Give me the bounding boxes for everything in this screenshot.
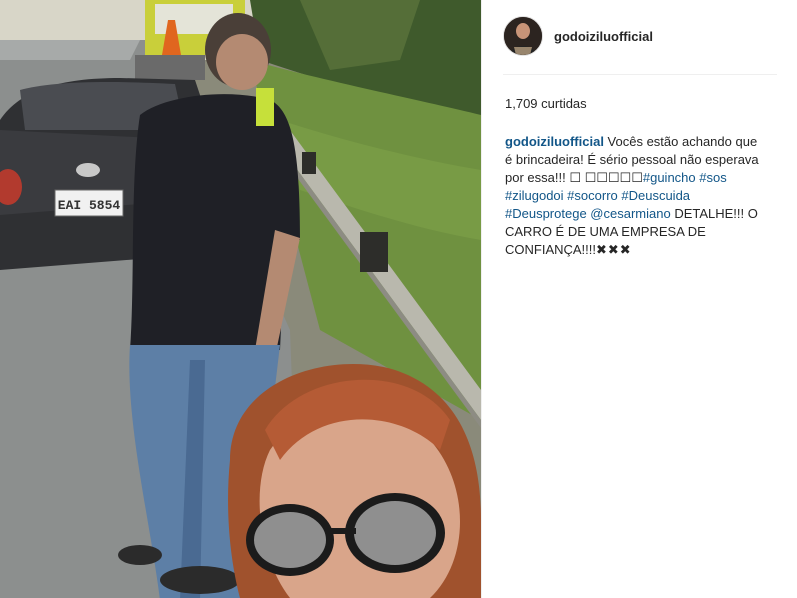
likes-count[interactable]: 1,709 curtidas (505, 96, 587, 111)
caption-username[interactable]: godoiziluofficial (505, 134, 604, 149)
post-photo[interactable]: EAI 5854 (0, 0, 481, 598)
photo-scene: EAI 5854 (0, 0, 481, 598)
username-link[interactable]: godoiziluofficial (554, 29, 653, 44)
caption-emoji: ☐ ☐☐☐☐☐ (569, 170, 643, 185)
hashtag-socorro[interactable]: #socorro (567, 188, 618, 203)
post-caption: godoiziluofficial Vocês estão achando qu… (505, 133, 765, 259)
license-plate: EAI 5854 (58, 198, 121, 213)
hashtag-deuscuida[interactable]: #Deuscuida (621, 188, 690, 203)
avatar[interactable] (503, 16, 543, 56)
post-sidebar: godoiziluofficial 1,709 curtidas godoizi… (481, 0, 797, 598)
hashtag-zilugodoi[interactable]: #zilugodoi (505, 188, 564, 203)
hashtag-sos[interactable]: #sos (699, 170, 726, 185)
header-divider (503, 74, 777, 75)
post-header: godoiziluofficial (503, 15, 653, 57)
avatar-image (504, 17, 542, 55)
hashtag-guincho[interactable]: #guincho (643, 170, 696, 185)
mention-cesarmiano[interactable]: @cesarmiano (590, 206, 670, 221)
hashtag-deusprotege[interactable]: #Deusprotege (505, 206, 587, 221)
caption-hearts: ✖✖✖ (596, 242, 632, 257)
